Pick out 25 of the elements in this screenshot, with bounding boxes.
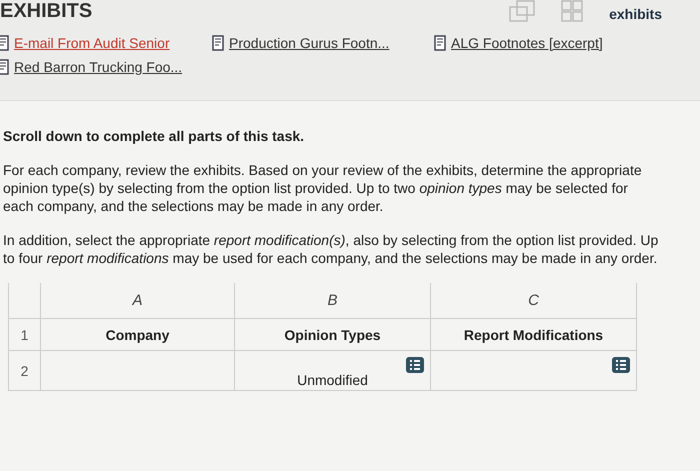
column-header: C bbox=[431, 283, 637, 319]
exhibit-link[interactable]: Production Gurus Footn... bbox=[211, 35, 390, 51]
row-number: 2 bbox=[9, 351, 41, 391]
document-icon bbox=[0, 59, 10, 75]
scroll-note: Scroll down to complete all parts of this task. bbox=[3, 127, 306, 145]
list-icon[interactable] bbox=[406, 357, 424, 373]
document-icon bbox=[433, 35, 447, 51]
instruction-paragraph: In addition, select the appropriate report modification(s), also by selecting from the option list provided. Up to four report modifications may be used for each company, and the selections may be made in any order. bbox=[3, 231, 660, 267]
instruction-paragraph: For each company, review the exhibits. Based on your review of the exhibits, determine the appropriate opinion type(s) by selecting from the option list provided. Up to two opinion types may be selected for each company, and the selections may be made in any order. bbox=[3, 161, 643, 215]
table-cell: Company bbox=[41, 319, 235, 351]
table-cell: Opinion Types bbox=[235, 319, 431, 351]
table-cell: Report Modifications bbox=[431, 319, 637, 351]
close-exhibits-link[interactable]: exhibits bbox=[609, 6, 662, 22]
column-header: B bbox=[235, 283, 431, 319]
column-header: A bbox=[41, 283, 235, 319]
panel-title: EXHIBITS bbox=[0, 0, 92, 23]
dropdown-cell[interactable]: Unmodified bbox=[235, 351, 431, 391]
exhibit-link[interactable]: ALG Footnotes [excerpt] bbox=[433, 35, 603, 51]
row-number: 1 bbox=[9, 319, 41, 351]
list-icon[interactable] bbox=[612, 357, 630, 373]
exhibit-link[interactable]: Red Barron Trucking Foo... bbox=[0, 59, 182, 75]
exhibit-link[interactable]: E-mail From Audit Senior bbox=[0, 35, 170, 51]
dropdown-cell[interactable] bbox=[431, 351, 637, 391]
document-icon bbox=[0, 35, 10, 51]
document-icon bbox=[211, 35, 225, 51]
